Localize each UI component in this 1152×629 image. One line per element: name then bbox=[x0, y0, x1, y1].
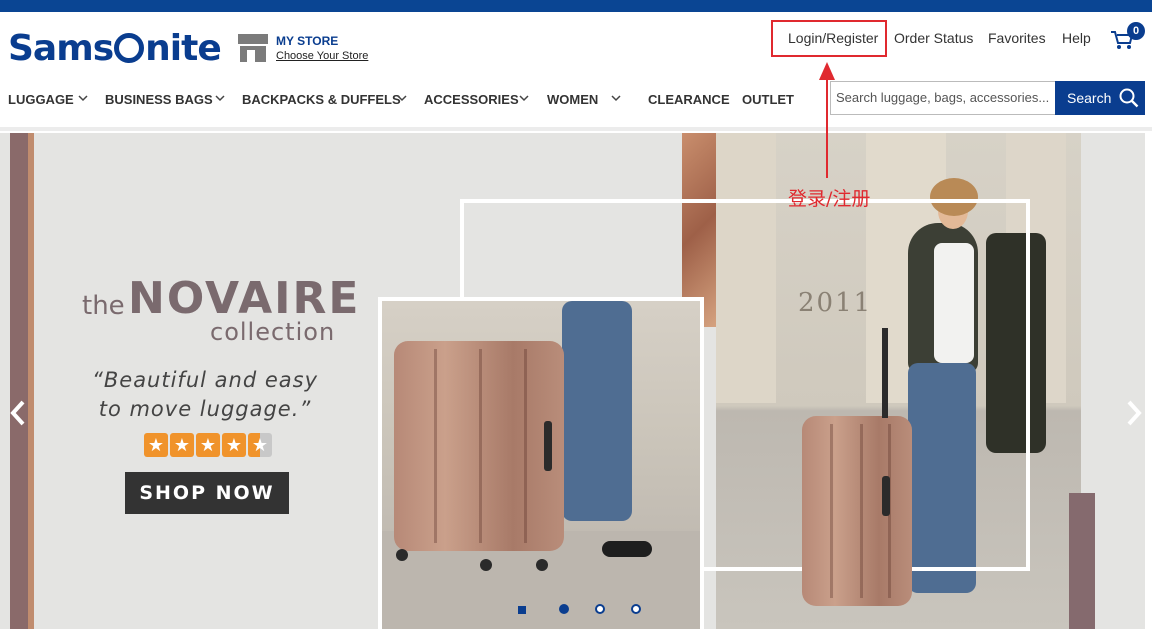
my-store-label: MY STORE bbox=[276, 34, 339, 48]
header-divider bbox=[0, 127, 1152, 131]
logo-text: Sams nite bbox=[8, 28, 222, 69]
nav-luggage[interactable]: LUGGAGE bbox=[8, 92, 74, 107]
top-accent-bar bbox=[0, 0, 1152, 12]
hero-right-strip bbox=[1069, 493, 1095, 629]
annotation-label: 登录/注册 bbox=[788, 188, 871, 210]
chevron-down-icon[interactable] bbox=[519, 93, 529, 103]
samsonite-logo[interactable]: Sams nite bbox=[8, 28, 222, 69]
hero-quote: “Beautiful and easy to move luggage.” bbox=[90, 366, 320, 424]
collection-prefix: the bbox=[82, 291, 125, 321]
search-button[interactable]: Search bbox=[1055, 81, 1145, 115]
chevron-down-icon[interactable] bbox=[78, 93, 88, 103]
shop-now-button[interactable]: SHOP NOW bbox=[125, 472, 289, 514]
collection-suffix: collection bbox=[210, 318, 336, 346]
rating-stars: ★ ★ ★ ★ ★ bbox=[144, 433, 272, 457]
star-icon: ★ bbox=[196, 433, 220, 457]
annotation-arrow-head bbox=[819, 62, 835, 80]
nav-outlet[interactable]: OUTLET bbox=[742, 92, 794, 107]
collection-name: NOVAIRE bbox=[128, 273, 361, 324]
star-icon: ★ bbox=[170, 433, 194, 457]
nav-business-bags[interactable]: BUSINESS BAGS bbox=[105, 92, 213, 107]
hero-frame-front bbox=[378, 297, 704, 629]
cart-count-badge: 0 bbox=[1127, 22, 1145, 40]
star-icon: ★ bbox=[222, 433, 246, 457]
hero-left-strip bbox=[10, 133, 28, 629]
hero-suitcase-right bbox=[802, 416, 912, 606]
half-star-icon: ★ bbox=[248, 433, 272, 457]
carousel-next-icon[interactable] bbox=[1126, 400, 1142, 426]
carousel-pause-icon[interactable] bbox=[518, 606, 526, 614]
nav-backpacks-duffels[interactable]: BACKPACKS & DUFFELS bbox=[242, 92, 401, 107]
carousel-dot-active[interactable] bbox=[559, 604, 569, 614]
my-store-widget[interactable]: MY STORE Choose Your Store bbox=[238, 34, 368, 64]
store-icon bbox=[238, 34, 268, 62]
quote-line-1: “Beautiful and easy bbox=[91, 368, 318, 392]
star-icon: ★ bbox=[144, 433, 168, 457]
nav-women[interactable]: WOMEN bbox=[547, 92, 598, 107]
logo-ring-icon bbox=[114, 33, 145, 63]
search-input[interactable]: Search luggage, bags, accessories... bbox=[830, 81, 1055, 115]
search-button-label: Search bbox=[1067, 90, 1112, 106]
carousel-dot[interactable] bbox=[595, 604, 605, 614]
nav-accessories[interactable]: ACCESSORIES bbox=[424, 92, 519, 107]
nav-clearance[interactable]: CLEARANCE bbox=[648, 92, 730, 107]
chevron-down-icon[interactable] bbox=[397, 93, 407, 103]
chevron-down-icon[interactable] bbox=[611, 93, 621, 103]
suitcase-pull-handle bbox=[882, 328, 888, 418]
login-register-link[interactable]: Login/Register bbox=[788, 30, 878, 46]
carousel-dot[interactable] bbox=[631, 604, 641, 614]
order-status-link[interactable]: Order Status bbox=[894, 30, 973, 46]
favorites-link[interactable]: Favorites bbox=[988, 30, 1046, 46]
help-link[interactable]: Help bbox=[1062, 30, 1091, 46]
hero-left-strip-accent bbox=[28, 133, 34, 629]
carousel-prev-icon[interactable] bbox=[10, 400, 26, 426]
chevron-down-icon[interactable] bbox=[215, 93, 225, 103]
quote-line-2: to move luggage.” bbox=[98, 397, 312, 421]
choose-store-link[interactable]: Choose Your Store bbox=[276, 48, 368, 64]
annotation-arrow-line bbox=[826, 73, 828, 178]
search-icon bbox=[1119, 88, 1139, 108]
